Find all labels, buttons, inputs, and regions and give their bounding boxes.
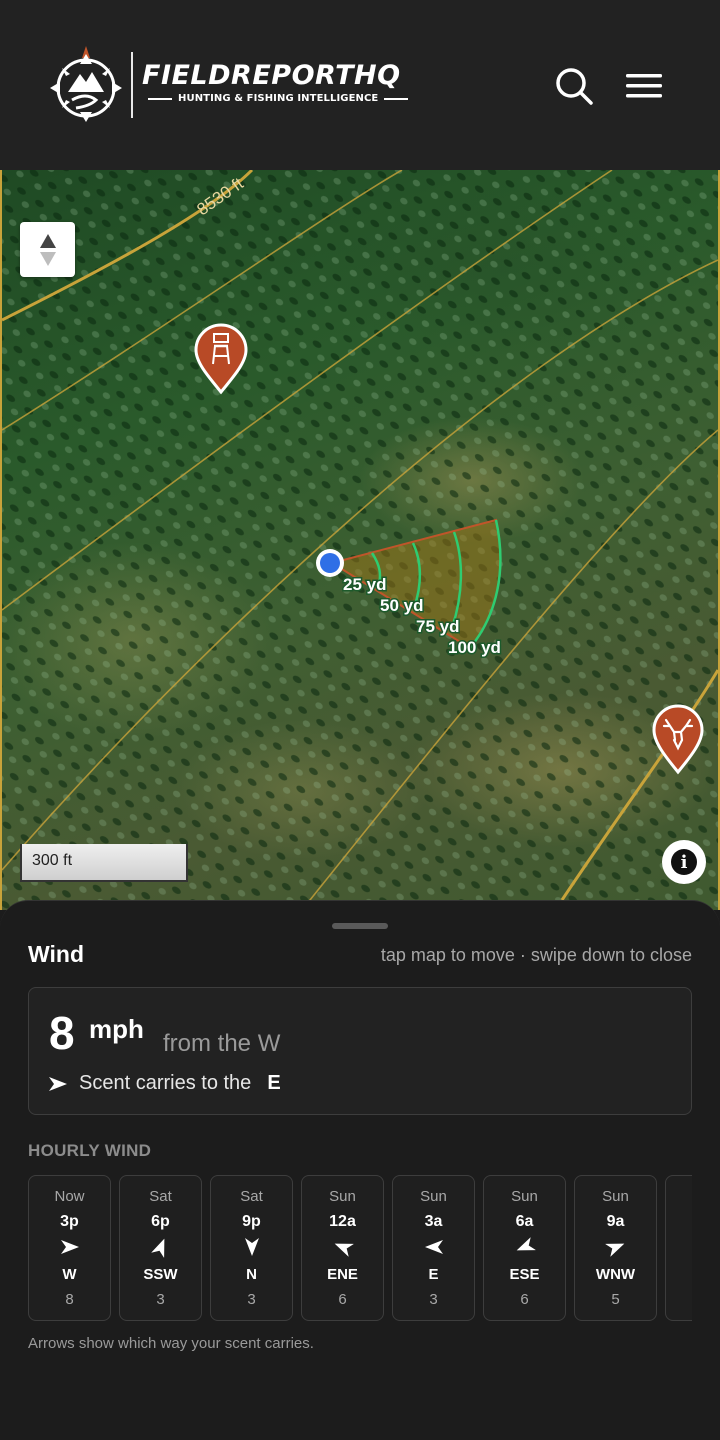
subtitle-rule-right (384, 97, 409, 100)
hour-direction: W (62, 1266, 77, 1283)
wind-arrow-icon (120, 1238, 201, 1258)
wind-arrow-icon (666, 1238, 692, 1256)
wind-arrow-icon (302, 1238, 383, 1257)
hourly-card[interactable]: Sun 3a E 3 (392, 1175, 475, 1321)
compass-needle (39, 233, 56, 266)
range-label-100: 100 yd (448, 638, 501, 657)
brand[interactable]: FIELDREPORTHQ HUNTING & FISHING INTELLIG… (142, 60, 422, 104)
hour-direction: ENE (327, 1266, 358, 1283)
hourly-card[interactable]: Sun 9a WNW 5 (574, 1175, 657, 1321)
brand-title: FIELDREPORTHQ (142, 60, 401, 91)
hour-speed: 3 (156, 1291, 165, 1308)
hour-time: 3a (424, 1213, 443, 1230)
scent-arrow-icon (49, 1076, 67, 1091)
map-scale: 300 ft (20, 844, 188, 882)
hamburger-menu-icon[interactable] (622, 68, 666, 104)
hour-day: Sun (329, 1188, 356, 1205)
wind-arrow-icon (29, 1238, 110, 1256)
hour-time: 12a (329, 1213, 356, 1230)
north-arrow-icon[interactable] (20, 222, 75, 277)
hour-time: 3p (60, 1213, 79, 1230)
hour-day: Sat (149, 1188, 172, 1205)
wind-from: from the W (163, 1030, 281, 1057)
wind-speed: 8 (49, 1007, 75, 1059)
satellite-map[interactable]: 8530 ft 25 yd 50 yd 75 yd 100 yd 300 ft … (0, 170, 720, 910)
app-header: FIELDREPORTHQ HUNTING & FISHING INTELLIG… (0, 0, 720, 170)
hour-direction: E (428, 1266, 439, 1283)
hour-direction: SSW (143, 1266, 178, 1283)
brand-subtitle-row: HUNTING & FISHING INTELLIGENCE (148, 93, 422, 104)
hour-speed: 5 (611, 1291, 620, 1308)
sheet-hint: tap map to move · swipe down to close (380, 945, 692, 965)
hour-speed: 6 (666, 1291, 692, 1308)
wind-sheet[interactable]: Wind tap map to move · swipe down to clo… (0, 900, 720, 1440)
hour-direction: ESE (509, 1266, 540, 1283)
wind-arrow-icon (393, 1238, 474, 1256)
scent-prefix: Scent carries to the (79, 1072, 252, 1094)
wind-arrow-icon (484, 1237, 565, 1256)
footnote: Arrows show which way your scent carries… (28, 1335, 314, 1352)
current-location-dot[interactable] (320, 553, 340, 573)
hourly-row: Now 3p W 8 Sat 6p SSW 3 Sat 9p N 3 Sun 12a ENE 6 Sun 3a E 3… (28, 1175, 692, 1321)
range-label-75: 75 yd (416, 617, 459, 636)
hour-speed: 3 (247, 1291, 256, 1308)
hour-time: 6p (151, 1213, 170, 1230)
search-icon[interactable] (552, 64, 596, 108)
hourly-card[interactable]: Sun 12a ENE 6 (301, 1175, 384, 1321)
hour-speed: 6 (338, 1291, 347, 1308)
wind-arrow-icon (575, 1238, 656, 1257)
hourly-card[interactable]: Sun 6a ESE 6 (483, 1175, 566, 1321)
current-wind-card: 8 mph from the W Scent carries to the E (28, 987, 692, 1115)
hourly-label: HOURLY WIND (28, 1141, 152, 1160)
scent-dir: E (267, 1072, 281, 1094)
hour-day: Sat (240, 1188, 263, 1205)
hourly-card[interactable]: Now 3p W 8 (28, 1175, 111, 1321)
subtitle-rule-left (148, 97, 172, 100)
range-label-50: 50 yd (380, 596, 423, 615)
hour-time: 9p (242, 1213, 261, 1230)
hour-speed: 3 (429, 1291, 438, 1308)
hourly-scroller[interactable]: Now 3p W 8 Sat 6p SSW 3 Sat 9p N 3 Sun 12a ENE 6 Sun 3a E 3… (28, 1175, 692, 1321)
hour-direction: N (246, 1266, 257, 1283)
brand-subtitle: HUNTING & FISHING INTELLIGENCE (178, 93, 379, 104)
info-icon[interactable]: i (662, 840, 706, 884)
hour-direction: WNW (595, 1266, 636, 1283)
compass-mountain-logo-icon[interactable] (46, 44, 126, 126)
drag-handle[interactable] (332, 923, 388, 929)
wind-arrow-icon (211, 1238, 292, 1256)
range-label-25: 25 yd (343, 575, 386, 594)
scent-direction: Scent carries to the E (49, 1072, 281, 1095)
hour-day: Sun (602, 1188, 629, 1205)
hourly-card[interactable]: Sun 12p W 6 (665, 1175, 692, 1321)
info-glyph: i (671, 849, 697, 875)
hourly-card[interactable]: Sat 6p SSW 3 (119, 1175, 202, 1321)
hour-day: Sun (666, 1188, 692, 1205)
map-canvas: 8530 ft 25 yd 50 yd 75 yd 100 yd (2, 170, 718, 910)
hourly-card[interactable]: Sat 9p N 3 (210, 1175, 293, 1321)
hour-time: 9a (606, 1213, 625, 1230)
hour-speed: 8 (65, 1291, 74, 1308)
hour-time: 6a (515, 1213, 534, 1230)
hour-day: Sun (511, 1188, 538, 1205)
hour-day: Sun (420, 1188, 447, 1205)
hour-time: 12p (666, 1213, 692, 1231)
hour-direction: W (666, 1266, 692, 1283)
logo-divider (131, 52, 133, 118)
wind-unit: mph (89, 1014, 144, 1044)
hour-speed: 6 (520, 1291, 529, 1308)
hour-day: Now (54, 1188, 85, 1205)
sheet-title: Wind (28, 941, 84, 967)
